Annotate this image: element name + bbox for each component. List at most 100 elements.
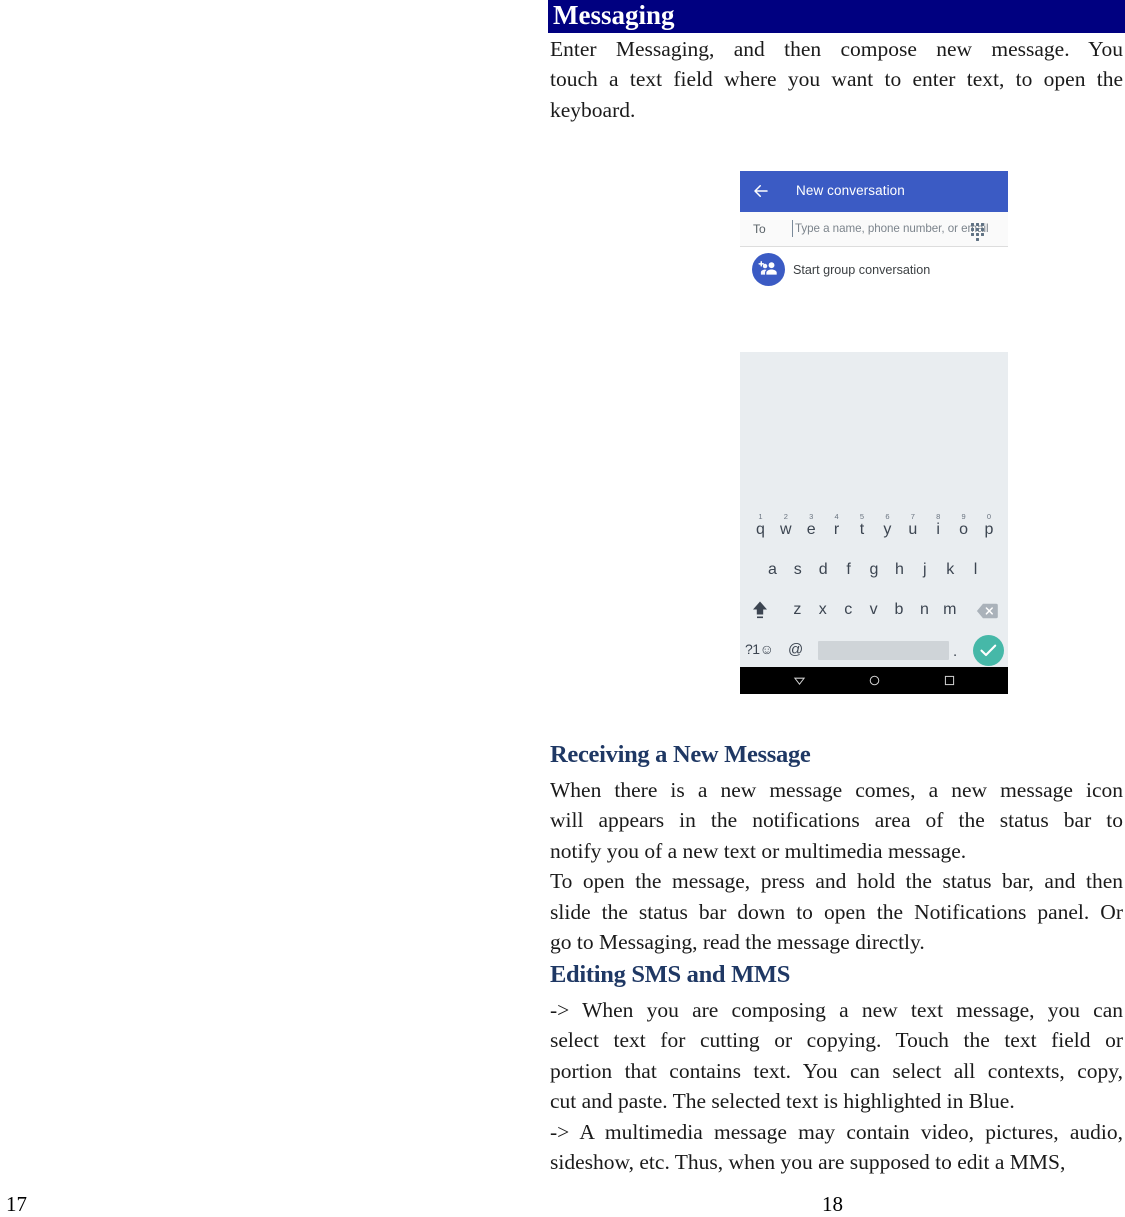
keyboard-suggestion-area xyxy=(740,352,1008,510)
key-o-number: 9 xyxy=(961,512,966,521)
key-n[interactable]: n xyxy=(911,591,938,631)
recipient-row[interactable]: To Type a name, phone number, or email xyxy=(740,212,1008,247)
symbols-key[interactable]: ?1☺ xyxy=(745,641,774,657)
key-s-label: s xyxy=(793,561,802,578)
key-p[interactable]: 0p xyxy=(976,511,1003,551)
key-w-number: 2 xyxy=(783,512,788,521)
key-e[interactable]: 3e xyxy=(798,511,825,551)
key-a-label: a xyxy=(767,561,777,578)
key-y-number: 6 xyxy=(885,512,890,521)
heading-editing-sms-mms: Editing SMS and MMS xyxy=(550,961,791,988)
key-j[interactable]: j xyxy=(911,551,938,591)
nav-recents-square-icon[interactable] xyxy=(943,674,956,687)
check-icon xyxy=(980,644,997,657)
key-b[interactable]: b xyxy=(886,591,913,631)
keyboard-row-1: 1q2w3e4r5t6y7u8i9o0p xyxy=(740,511,1008,551)
messaging-banner: Messaging xyxy=(548,0,1125,33)
key-h[interactable]: h xyxy=(886,551,913,591)
recipient-input[interactable]: Type a name, phone number, or email xyxy=(795,222,989,235)
key-q[interactable]: 1q xyxy=(747,511,774,551)
to-label: To xyxy=(753,222,766,236)
receiving-line-2: will appears in the notifications area o… xyxy=(550,808,1123,833)
receiving-paragraph: When there is a new message comes, a new… xyxy=(550,775,1123,957)
key-s[interactable]: s xyxy=(784,551,811,591)
key-k[interactable]: k xyxy=(937,551,964,591)
receiving-line-6: go to Messaging, read the message direct… xyxy=(550,930,925,955)
key-h-label: h xyxy=(894,561,904,578)
period-key[interactable]: . xyxy=(953,643,957,660)
key-v-label: v xyxy=(869,601,878,618)
key-y[interactable]: 6y xyxy=(874,511,901,551)
key-r-label: r xyxy=(833,521,840,538)
phone-screenshot: New conversation To Type a name, phone n… xyxy=(740,171,1008,694)
editing-paragraph: -> When you are composing a new text mes… xyxy=(550,995,1123,1177)
key-d-label: d xyxy=(818,561,828,578)
key-m[interactable]: m xyxy=(936,591,963,631)
key-l[interactable]: l xyxy=(962,551,989,591)
app-bar-title: New conversation xyxy=(796,183,905,198)
key-u[interactable]: 7u xyxy=(899,511,926,551)
key-g[interactable]: g xyxy=(861,551,888,591)
keyboard-row-2: asd f gh j k l xyxy=(740,551,1008,591)
key-r[interactable]: 4r xyxy=(823,511,850,551)
key-k-label: k xyxy=(946,561,955,578)
key-d[interactable]: d xyxy=(810,551,837,591)
smiley-icon: ☺ xyxy=(759,641,774,657)
key-o[interactable]: 9o xyxy=(950,511,977,551)
key-p-label: p xyxy=(984,521,994,538)
key-i[interactable]: 8i xyxy=(925,511,952,551)
key-w-label: w xyxy=(780,521,792,538)
space-key[interactable] xyxy=(818,641,949,660)
receiving-line-4: To open the message, press and hold the … xyxy=(550,869,1123,894)
key-z-label: z xyxy=(793,601,802,618)
symbols-key-label: ?1 xyxy=(745,641,760,657)
backspace-icon[interactable] xyxy=(976,603,998,619)
shift-icon[interactable] xyxy=(748,598,772,622)
start-group-conversation-row[interactable]: Start group conversation xyxy=(740,247,1008,293)
key-i-number: 8 xyxy=(936,512,941,521)
editing-line-2: select text for cutting or copying. Touc… xyxy=(550,1028,1123,1053)
app-bar: New conversation xyxy=(740,171,1008,212)
key-w[interactable]: 2w xyxy=(772,511,799,551)
intro-line-3: keyboard. xyxy=(550,97,636,122)
key-x[interactable]: x xyxy=(809,591,836,631)
key-f-label: f xyxy=(846,561,851,578)
keyboard-row-4: ?1☺ @ . xyxy=(740,631,1008,671)
arrow-left-icon[interactable] xyxy=(752,182,770,200)
key-g-label: g xyxy=(869,561,879,578)
at-key[interactable]: @ xyxy=(788,641,803,658)
key-f[interactable]: f xyxy=(835,551,862,591)
android-navigation-bar xyxy=(740,667,1008,694)
key-i-label: i xyxy=(936,521,940,538)
dialpad-icon[interactable] xyxy=(971,223,986,241)
intro-line-1: Enter Messaging, and then compose new me… xyxy=(550,37,1123,61)
intro-line-2: touch a text field where you want to ent… xyxy=(550,67,1123,92)
key-r-number: 4 xyxy=(834,512,839,521)
key-u-number: 7 xyxy=(910,512,915,521)
key-t-number: 5 xyxy=(859,512,865,521)
key-e-number: 3 xyxy=(809,512,814,521)
key-v[interactable]: v xyxy=(860,591,887,631)
editing-line-1: -> When you are composing a new text mes… xyxy=(550,998,1123,1022)
key-c[interactable]: c xyxy=(835,591,862,631)
key-x-label: x xyxy=(818,601,827,618)
key-l-label: l xyxy=(973,561,978,578)
add-group-icon xyxy=(752,253,785,286)
key-z[interactable]: z xyxy=(784,591,811,631)
enter-send-key[interactable] xyxy=(973,635,1004,666)
receiving-line-5: slide the status bar down to open the No… xyxy=(550,899,1123,924)
key-u-label: u xyxy=(908,521,918,538)
editing-line-3: portion that contains text. You can sele… xyxy=(550,1058,1123,1083)
key-y-label: y xyxy=(883,521,892,538)
banner-title: Messaging xyxy=(553,0,675,30)
key-a[interactable]: a xyxy=(759,551,786,591)
conversation-empty-area xyxy=(740,293,1008,352)
page-number-right: 18 xyxy=(822,1192,843,1216)
page-number-left: 17 xyxy=(6,1192,27,1216)
key-m-label: m xyxy=(943,601,957,618)
key-t[interactable]: 5t xyxy=(849,511,876,551)
key-t-label: t xyxy=(859,521,865,538)
key-j-label: j xyxy=(923,561,927,578)
nav-back-triangle-icon[interactable] xyxy=(793,674,806,687)
nav-home-circle-icon[interactable] xyxy=(868,674,881,687)
